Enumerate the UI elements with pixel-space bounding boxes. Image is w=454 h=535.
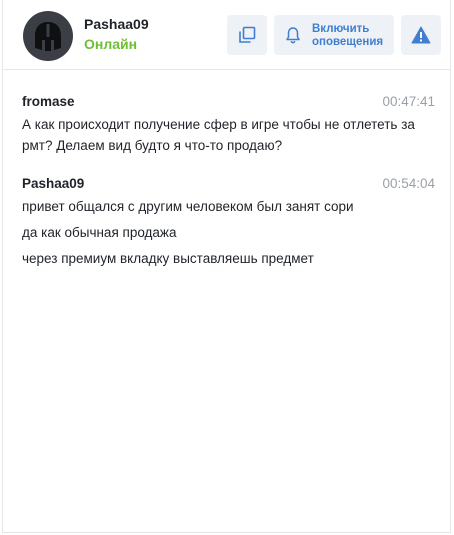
user-status: Онлайн (84, 36, 138, 52)
user-name: Pashaa09 (84, 16, 149, 32)
message-time: 00:54:04 (382, 176, 435, 191)
message-author[interactable]: fromase (22, 94, 435, 109)
message-text: через премиум вкладку выставляешь предме… (22, 251, 314, 266)
message-text: привет общался с другим человеком был за… (22, 199, 354, 214)
copy-icon (239, 26, 256, 43)
bell-icon (286, 27, 300, 44)
warning-icon (411, 26, 431, 44)
message: fromase 00:47:41 А как происходит получе… (22, 94, 435, 156)
enable-notifications-button[interactable]: Включить оповещения (274, 15, 394, 55)
message-time: 00:47:41 (382, 94, 435, 109)
report-button[interactable] (401, 15, 441, 55)
message: Pashaa09 00:54:04 привет общался с други… (22, 176, 435, 274)
notify-label-line2: оповещения (312, 36, 384, 48)
chat-panel: Pashaa09 Онлайн Включить оповещения from… (2, 0, 451, 533)
message-text: А как происходит получение сфер в игре ч… (22, 117, 415, 153)
avatar[interactable] (23, 11, 73, 61)
message-author[interactable]: Pashaa09 (22, 176, 435, 191)
notify-label: Включить оповещения (312, 23, 390, 49)
notify-label-line1: Включить (312, 23, 370, 35)
chat-header: Pashaa09 Онлайн Включить оповещения (3, 0, 450, 70)
message-text: да как обычная продажа (22, 225, 177, 240)
helmet-icon (35, 22, 61, 51)
copy-button[interactable] (227, 15, 267, 55)
